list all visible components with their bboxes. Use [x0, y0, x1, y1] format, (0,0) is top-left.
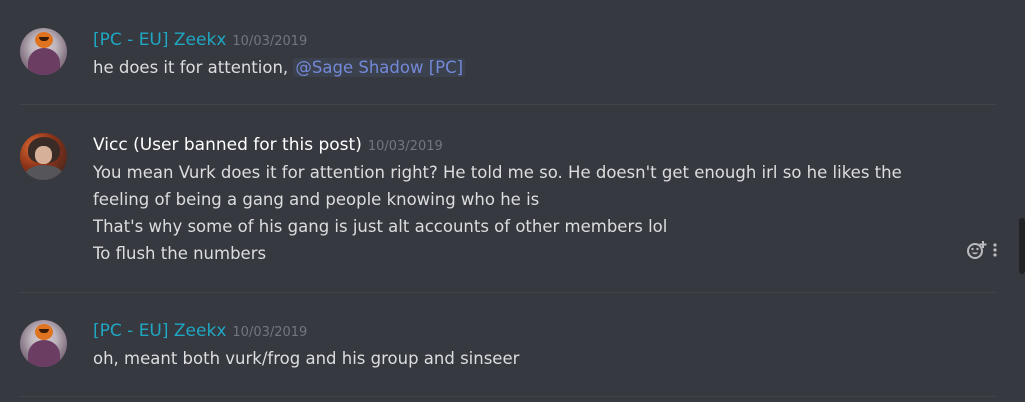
- message-text: oh, meant both vurk/frog and his group a…: [93, 349, 520, 368]
- timestamp: 10/03/2019: [232, 34, 308, 49]
- message-text: he does it for attention, @Sage Shadow […: [93, 54, 466, 81]
- avatar[interactable]: [20, 28, 67, 75]
- message-divider: [20, 292, 995, 293]
- message-header: Vicc (User banned for this post) 10/03/20…: [93, 135, 443, 155]
- message-line: That's why some of his gang is just alt …: [93, 217, 668, 236]
- message-header: [PC - EU] Zeekx 10/03/2019: [93, 30, 307, 50]
- username[interactable]: [PC - EU] Zeekx: [93, 321, 226, 341]
- message-text-content: he does it for attention,: [93, 58, 294, 77]
- username[interactable]: Vicc (User banned for this post): [93, 135, 362, 155]
- more-vertical-icon[interactable]: [991, 240, 999, 260]
- avatar[interactable]: [20, 133, 67, 180]
- message-line: feeling of being a gang and people knowi…: [93, 190, 540, 209]
- message-divider: [20, 396, 995, 397]
- avatar[interactable]: [20, 320, 67, 367]
- message-line: To flush the numbers: [93, 244, 267, 263]
- message-actions: [966, 240, 999, 260]
- message-divider: [20, 104, 995, 105]
- user-mention[interactable]: @Sage Shadow [PC]: [293, 58, 466, 77]
- timestamp: 10/03/2019: [232, 325, 308, 340]
- message-line: You mean Vurk does it for attention righ…: [93, 163, 902, 182]
- scrollbar[interactable]: [1019, 218, 1025, 274]
- username[interactable]: [PC - EU] Zeekx: [93, 30, 226, 50]
- message-header: [PC - EU] Zeekx 10/03/2019: [93, 321, 307, 341]
- emoji-add-icon[interactable]: [966, 240, 988, 260]
- timestamp: 10/03/2019: [367, 139, 443, 154]
